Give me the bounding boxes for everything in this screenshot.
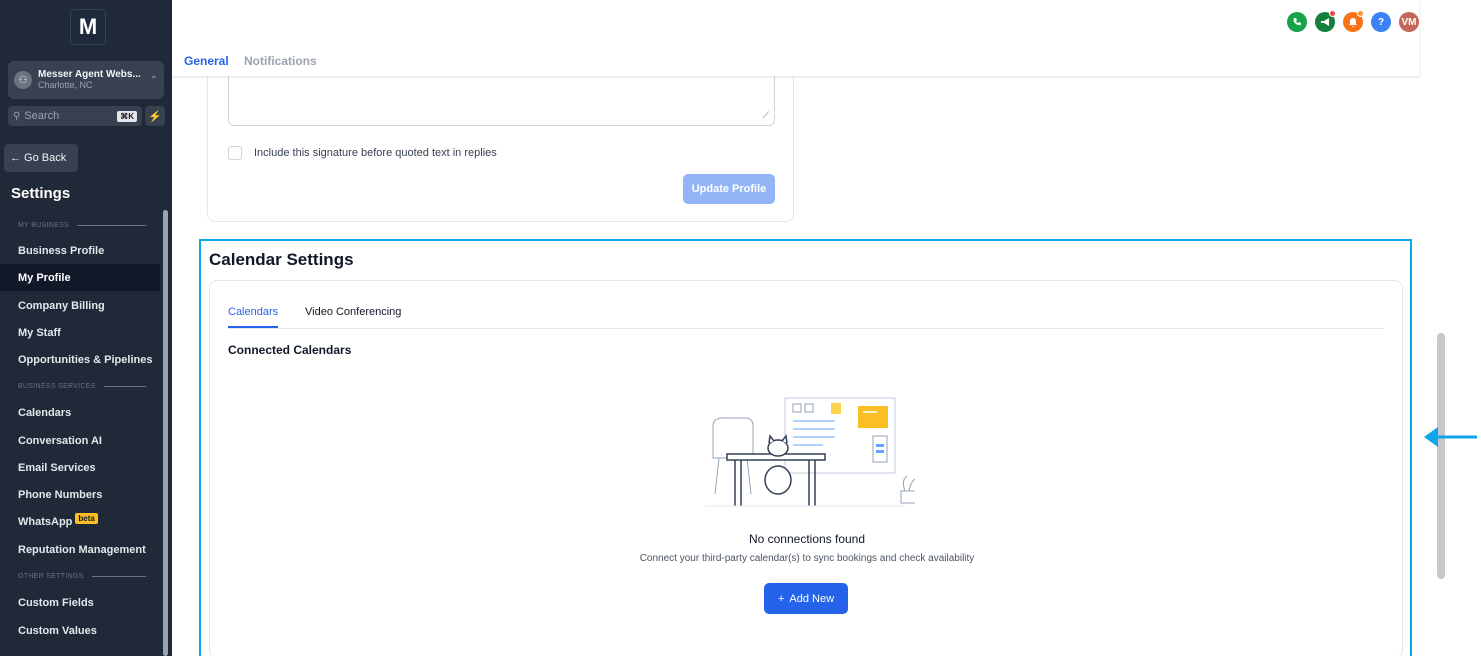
top-bar: General Notifications ? VM: [172, 0, 1419, 76]
sidebar-item-my-profile[interactable]: My Profile: [0, 264, 160, 291]
connected-calendars-title: Connected Calendars: [228, 343, 352, 357]
tab-divider: [228, 328, 1384, 329]
user-avatar[interactable]: VM: [1399, 12, 1419, 32]
quick-action-bolt-icon[interactable]: ⚡: [145, 106, 165, 126]
sidebar-item-my-staff[interactable]: My Staff: [0, 319, 160, 346]
sidebar-item-calendars[interactable]: Calendars: [0, 399, 160, 426]
bell-icon[interactable]: [1343, 10, 1364, 32]
calendar-settings-card: Calendars Video Conferencing Connected C…: [209, 280, 1403, 656]
account-location: Charlotte, NC: [38, 80, 93, 90]
notification-dot: [1329, 10, 1336, 17]
add-new-label: Add New: [789, 592, 835, 605]
plus-icon: +: [777, 592, 785, 605]
search-icon: ⚲: [13, 110, 21, 122]
add-new-button[interactable]: + Add New: [764, 583, 848, 614]
megaphone-icon[interactable]: [1315, 10, 1336, 32]
search-input[interactable]: ⚲ Search ⌘K: [8, 106, 142, 126]
sidebar-item-email-services[interactable]: Email Services: [0, 454, 160, 481]
sidebar-item-company-billing[interactable]: Company Billing: [0, 292, 160, 319]
section-header-other-settings: OTHER SETTINGS: [18, 573, 146, 580]
signature-textarea[interactable]: ⟋: [228, 76, 775, 126]
tab-general[interactable]: General: [184, 54, 229, 68]
sidebar-item-phone-numbers[interactable]: Phone Numbers: [0, 481, 160, 508]
resize-handle-icon[interactable]: ⟋: [763, 110, 769, 121]
whatsapp-label: WhatsApp: [18, 515, 73, 528]
sidebar-item-custom-values[interactable]: Custom Values: [0, 617, 160, 644]
sidebar-item-whatsapp[interactable]: WhatsApp beta: [0, 508, 160, 535]
search-shortcut: ⌘K: [117, 110, 137, 122]
search-placeholder: Search: [24, 110, 60, 122]
signature-checkbox[interactable]: [228, 146, 242, 160]
top-icons: ? VM: [1287, 10, 1419, 32]
account-name: Messer Agent Webs...: [38, 69, 141, 80]
profile-card: ⟋ Include this signature before quoted t…: [207, 68, 794, 222]
calendar-settings-title: Calendar Settings: [209, 250, 354, 269]
sidebar-item-business-profile[interactable]: Business Profile: [0, 237, 160, 264]
sidebar-item-custom-fields[interactable]: Custom Fields: [0, 589, 160, 616]
chevron-updown-icon: ⌃: [149, 74, 158, 86]
help-icon[interactable]: ?: [1371, 12, 1391, 32]
account-switcher[interactable]: ⚇ Messer Agent Webs... Charlotte, NC ⌃: [8, 61, 164, 99]
sidebar-item-opportunities[interactable]: Opportunities & Pipelines: [0, 346, 160, 373]
tab-video-conferencing[interactable]: Video Conferencing: [305, 306, 401, 318]
sidebar: M ⚇ Messer Agent Webs... Charlotte, NC ⌃…: [0, 0, 172, 656]
go-back-button[interactable]: ← Go Back: [4, 144, 78, 172]
sidebar-item-conversation-ai[interactable]: Conversation AI: [0, 427, 160, 454]
empty-state-title: No connections found: [748, 532, 866, 546]
settings-title: Settings: [11, 185, 71, 202]
empty-state-illustration: [705, 397, 915, 507]
section-header-my-business: MY BUSINESS: [18, 222, 146, 229]
tab-calendars[interactable]: Calendars: [228, 306, 278, 318]
app-logo[interactable]: M: [70, 9, 106, 45]
phone-icon[interactable]: [1287, 12, 1307, 32]
empty-state-description: Connect your third-party calendar(s) to …: [639, 553, 975, 564]
update-profile-button[interactable]: Update Profile: [683, 174, 775, 204]
beta-badge: beta: [75, 513, 98, 524]
signature-checkbox-label: Include this signature before quoted tex…: [254, 147, 497, 159]
location-icon: ⚇: [14, 71, 32, 89]
sidebar-item-reputation[interactable]: Reputation Management: [0, 536, 160, 563]
tab-notifications[interactable]: Notifications: [244, 54, 317, 68]
sidebar-scrollbar[interactable]: [163, 210, 168, 656]
section-header-business-services: BUSINESS SERVICES: [18, 383, 146, 390]
main-scrollbar[interactable]: [1437, 333, 1445, 579]
calendar-settings-section: Calendar Settings Calendars Video Confer…: [199, 239, 1412, 656]
arrow-left-icon: [1424, 427, 1477, 447]
bell-dot: [1357, 10, 1364, 17]
